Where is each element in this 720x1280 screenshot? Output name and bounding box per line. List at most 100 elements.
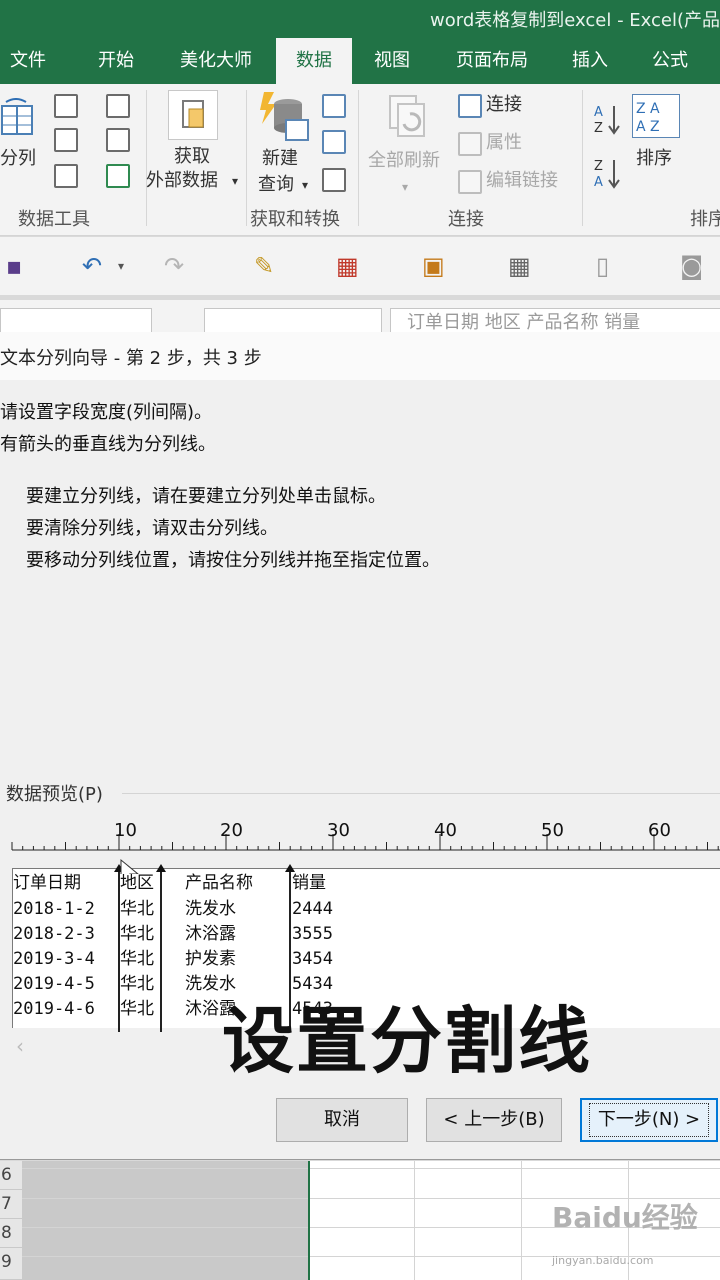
tab-file[interactable]: 文件 [0, 38, 56, 84]
instruction-line-1: 要建立分列线，请在要建立分列处单击鼠标。 [26, 486, 386, 507]
row-header[interactable]: 8 [0, 1219, 22, 1248]
svg-text:A: A [594, 105, 603, 120]
next-button[interactable]: 下一步(N) > [580, 1098, 718, 1142]
tab-view[interactable]: 视图 [360, 38, 424, 84]
group-label-get-transform: 获取和转换 [250, 209, 340, 230]
tab-page-layout[interactable]: 页面布局 [440, 38, 544, 84]
preview-cell: 2019-3-4 [13, 949, 95, 969]
preview-header: 销量 [292, 873, 326, 893]
sort-descending-icon[interactable]: ZA [594, 156, 622, 190]
scroll-left-icon[interactable]: ‹ [16, 1034, 24, 1058]
split-button[interactable]: 分列 [0, 148, 36, 170]
title-bar: word表格复制到excel - Excel(产品 [0, 0, 720, 38]
tab-home[interactable]: 开始 [82, 38, 150, 84]
form-icon[interactable]: ▣ [422, 253, 445, 279]
selected-column [22, 1161, 308, 1280]
instruction-line-3: 要移动分列线位置，请按住分列线并拖至指定位置。 [26, 550, 440, 571]
quick-access-toolbar: ▪ ↶ ▾ ↷ ✎ ▦ ▣ ▦ ▯ ◙ [0, 237, 720, 295]
row-header[interactable]: 6 [0, 1161, 22, 1190]
preview-cell: 2444 [292, 899, 333, 919]
dialog-title-bar: 文本分列向导 - 第 2 步，共 3 步 [0, 332, 720, 380]
column-break-line[interactable] [118, 872, 120, 1032]
edit-links-icon [458, 170, 482, 194]
redo-icon[interactable]: ↷ [164, 253, 184, 279]
watermark-url: jingyan.baidu.com [552, 1254, 654, 1267]
svg-text:Z A: Z A [636, 101, 660, 117]
next-button-label: 下一步(N) > [588, 1103, 710, 1137]
group-label-connections: 连接 [448, 209, 484, 230]
preview-cell: 护发素 [185, 949, 236, 969]
preview-cell: 2019-4-5 [13, 974, 95, 994]
undo-icon[interactable]: ↶ [82, 253, 102, 279]
sort-ascending-icon[interactable]: AZ [594, 102, 622, 136]
get-external-label-1[interactable]: 获取 [174, 146, 210, 168]
tab-insert[interactable]: 插入 [558, 38, 622, 84]
tab-data[interactable]: 数据 [276, 38, 352, 84]
from-table-icon[interactable] [322, 130, 346, 154]
preview-cell: 华北 [120, 949, 154, 969]
connections-icon [458, 94, 482, 118]
data-validation-icon[interactable] [54, 164, 78, 188]
ribbon-separator [358, 90, 359, 226]
gridline [414, 1161, 415, 1280]
recent-sources-icon[interactable] [322, 168, 346, 192]
sort-dialog-icon: Z A A Z [632, 94, 680, 138]
ruler-tick-label: 20 [220, 820, 243, 841]
ruler-tick-label: 10 [114, 820, 137, 841]
preview-header: 产品名称 [185, 873, 253, 893]
preview-cell: 2019-4-6 [13, 999, 95, 1019]
tab-beautify[interactable]: 美化大师 [166, 38, 266, 84]
divider [122, 793, 720, 794]
consolidate-icon[interactable] [106, 94, 130, 118]
connections-button[interactable]: 连接 [486, 94, 522, 116]
properties-button[interactable]: 属性 [486, 132, 522, 154]
get-external-label-2[interactable]: 外部数据 [146, 170, 218, 192]
svg-text:Z: Z [594, 159, 603, 174]
ruler-tick-label: 50 [541, 820, 564, 841]
window-title: word表格复制到excel - Excel(产品 [430, 10, 720, 31]
grid-icon[interactable]: ▦ [508, 253, 531, 279]
new-query-icon [258, 90, 312, 144]
cancel-button[interactable]: 取消 [276, 1098, 408, 1142]
data-model-icon[interactable] [106, 164, 130, 188]
table-icon[interactable]: ▦ [336, 253, 359, 279]
preview-cell: 华北 [120, 899, 154, 919]
instruction-line-2: 要清除分列线，请双击分列线。 [26, 518, 278, 539]
flash-fill-icon[interactable] [54, 94, 78, 118]
intro-line-2: 有箭头的垂直线为分列线。 [0, 434, 216, 455]
remove-duplicates-icon[interactable] [54, 128, 78, 152]
show-queries-icon[interactable] [322, 94, 346, 118]
relationships-icon[interactable] [106, 128, 130, 152]
camera-icon[interactable]: ◙ [680, 253, 703, 279]
new-query-label-1[interactable]: 新建 [262, 148, 298, 170]
column-break-line[interactable] [160, 872, 162, 1032]
svg-text:A: A [594, 175, 603, 190]
ribbon-tabs: 文件 开始 美化大师 数据 视图 页面布局 插入 公式 [0, 38, 720, 84]
refresh-all-icon [386, 92, 432, 142]
preview-header: 地区 [120, 873, 154, 893]
tab-formulas[interactable]: 公式 [636, 38, 704, 84]
properties-icon [458, 132, 482, 156]
back-button[interactable]: < 上一步(B) [426, 1098, 562, 1142]
selection-border [308, 1161, 310, 1280]
save-icon[interactable]: ▪ [6, 253, 22, 279]
ruler-tick-label: 40 [434, 820, 457, 841]
new-query-label-2[interactable]: 查询 [258, 174, 294, 196]
chevron-down-icon: ▾ [232, 174, 239, 188]
calendar-icon[interactable]: ▯ [596, 253, 609, 279]
watermark-logo: Baidu经验 [552, 1201, 698, 1234]
dialog-title: 文本分列向导 - 第 2 步，共 3 步 [0, 348, 262, 369]
format-painter-icon[interactable]: ✎ [254, 253, 274, 279]
formula-bar: 订单日期 地区 产品名称 销量 [0, 300, 720, 338]
gridline [22, 1168, 720, 1169]
row-header[interactable]: 7 [0, 1190, 22, 1219]
svg-text:Z: Z [594, 121, 603, 136]
ribbon-separator [246, 90, 247, 226]
refresh-all-button[interactable]: 全部刷新 [368, 150, 440, 172]
preview-cell: 3555 [292, 924, 333, 944]
edit-links-button[interactable]: 编辑链接 [486, 170, 558, 192]
row-header[interactable]: 9 [0, 1248, 22, 1280]
break-line-arrows [114, 858, 295, 874]
sort-button[interactable]: 排序 [636, 148, 672, 170]
chevron-down-icon[interactable]: ▾ [118, 253, 124, 279]
